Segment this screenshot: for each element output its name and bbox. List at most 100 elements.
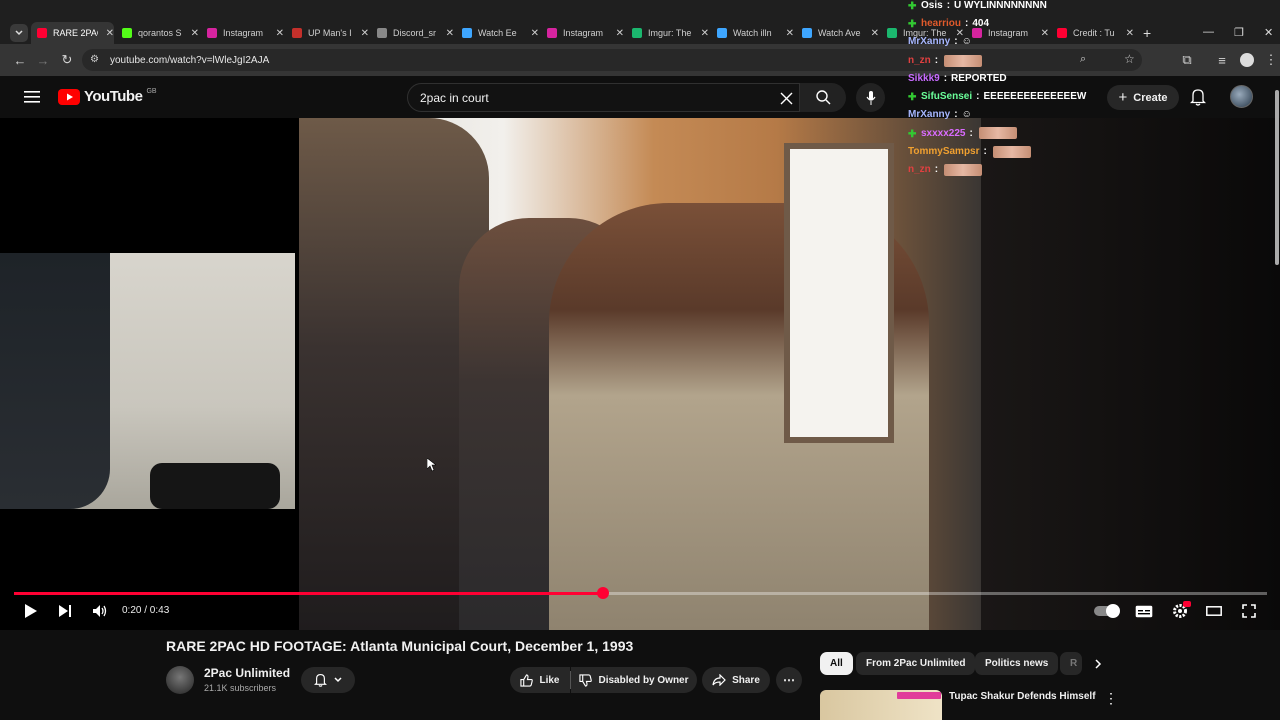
- filter-chip[interactable]: All: [820, 652, 853, 675]
- chat-username: Osis: [921, 0, 943, 11]
- close-tab-icon[interactable]: ✕: [1041, 28, 1049, 39]
- close-window-button[interactable]: ✕: [1264, 26, 1273, 39]
- menu-icon[interactable]: [24, 90, 40, 108]
- browser-tab[interactable]: Watch Ave ✕: [796, 22, 879, 44]
- site-info-icon[interactable]: ⚙: [90, 54, 99, 65]
- new-tab-button[interactable]: +: [1143, 25, 1151, 41]
- notifications-dropdown-button[interactable]: [301, 667, 355, 693]
- tab-label: UP Man's I: [308, 28, 352, 38]
- close-tab-icon[interactable]: ✕: [191, 28, 199, 39]
- play-button[interactable]: [22, 600, 40, 622]
- browser-tab[interactable]: qorantos S ✕: [116, 22, 199, 44]
- close-tab-icon[interactable]: ✕: [446, 28, 454, 39]
- close-tab-icon[interactable]: ✕: [531, 28, 539, 39]
- browser-tab[interactable]: Imgur: The ✕: [626, 22, 709, 44]
- video-player[interactable]: 0:20 / 0:43: [0, 118, 1280, 630]
- recommendation-thumbnail[interactable]: [820, 690, 942, 720]
- create-button[interactable]: + Create: [1107, 85, 1179, 110]
- tab-search-button[interactable]: [10, 24, 28, 42]
- chat-username: Sikkk9: [908, 72, 940, 84]
- media-controls-icon[interactable]: ≡: [1213, 51, 1231, 69]
- more-actions-button[interactable]: ⋯: [776, 667, 802, 693]
- filter-chip[interactable]: R: [1060, 652, 1082, 675]
- browser-tab-strip: RARE 2PAC✕qorantos S✕Instagram✕UP Man's …: [0, 0, 1280, 44]
- skip-next-icon: [59, 605, 71, 617]
- next-button[interactable]: [56, 600, 74, 622]
- channel-avatar[interactable]: [166, 666, 194, 694]
- extensions-icon[interactable]: ⧉: [1178, 51, 1196, 69]
- browser-menu-icon[interactable]: ⋮: [1262, 51, 1280, 69]
- chat-badge-icon: ✚: [908, 1, 917, 12]
- filter-chip[interactable]: From 2Pac Unlimited: [856, 652, 976, 675]
- video-frame[interactable]: [299, 118, 981, 630]
- channel-name[interactable]: 2Pac Unlimited: [204, 666, 290, 680]
- chat-emote-image: [944, 163, 983, 176]
- settings-button[interactable]: [1170, 600, 1191, 622]
- theater-mode-button[interactable]: [1204, 600, 1224, 622]
- chat-message: TommySampsr:: [908, 145, 1031, 158]
- autoplay-toggle[interactable]: [1093, 600, 1120, 622]
- search-icon: [815, 90, 830, 105]
- chat-emote-image: [992, 145, 1031, 158]
- progress-bar[interactable]: [14, 587, 1267, 599]
- plus-icon: +: [1118, 89, 1128, 106]
- tab-label: Imgur: The: [648, 28, 692, 38]
- recommendation-menu-icon[interactable]: ⋮: [1104, 690, 1118, 707]
- like-label: Like: [539, 674, 560, 686]
- fullscreen-button[interactable]: [1239, 600, 1259, 622]
- zoom-icon[interactable]: ⌕: [1080, 53, 1086, 66]
- profile-avatar[interactable]: [1240, 53, 1254, 67]
- notifications-button[interactable]: [1189, 88, 1207, 111]
- search-button[interactable]: [800, 83, 846, 112]
- close-tab-icon[interactable]: ✕: [361, 28, 369, 39]
- like-button[interactable]: Like: [510, 667, 570, 693]
- dislike-button[interactable]: Disabled by Owner: [571, 667, 697, 693]
- browser-tab[interactable]: Watch illn ✕: [711, 22, 794, 44]
- browser-tab[interactable]: Instagram ✕: [541, 22, 624, 44]
- microphone-icon: [866, 90, 875, 105]
- close-tab-icon[interactable]: ✕: [701, 28, 709, 39]
- chat-badge-icon: ✚: [908, 19, 917, 31]
- volume-button[interactable]: [90, 600, 110, 622]
- filter-chip[interactable]: Politics news: [975, 652, 1059, 675]
- browser-tab[interactable]: UP Man's I ✕: [286, 22, 369, 44]
- chat-username: TommySampsr: [908, 146, 980, 158]
- subtitles-button[interactable]: [1134, 600, 1154, 622]
- recommendation-title[interactable]: Tupac Shakur Defends Himself: [949, 691, 1096, 702]
- browser-tab[interactable]: RARE 2PAC ✕: [31, 22, 114, 44]
- bookmark-star-icon[interactable]: ☆: [1124, 52, 1135, 66]
- restore-button[interactable]: ❐: [1234, 26, 1244, 39]
- account-avatar[interactable]: [1230, 85, 1253, 108]
- minimize-button[interactable]: —: [1203, 26, 1214, 38]
- browser-tab[interactable]: Credit : Tu ✕: [1051, 22, 1134, 44]
- voice-search-button[interactable]: [856, 83, 885, 112]
- close-tab-icon[interactable]: ✕: [786, 28, 794, 39]
- scrubber-handle[interactable]: [596, 587, 609, 599]
- chat-username: n_zn: [908, 164, 931, 176]
- browser-tab[interactable]: Discord_sr ✕: [371, 22, 454, 44]
- close-tab-icon[interactable]: ✕: [106, 28, 114, 39]
- youtube-logo[interactable]: YouTube GB: [58, 88, 157, 105]
- share-button[interactable]: Share: [702, 667, 770, 693]
- close-tab-icon[interactable]: ✕: [871, 28, 879, 39]
- back-button[interactable]: ←: [11, 51, 29, 69]
- close-tab-icon[interactable]: ✕: [616, 28, 624, 39]
- chat-username: MrXanny: [908, 109, 951, 121]
- page-scrollbar[interactable]: [1275, 90, 1279, 265]
- search-input[interactable]: 2pac in court: [407, 83, 800, 112]
- chat-separator: :: [934, 55, 939, 67]
- address-bar[interactable]: ⚙ youtube.com/watch?v=lWleJgI2AJA ⌕ ☆: [82, 49, 1142, 71]
- reload-button[interactable]: ↻: [58, 51, 76, 69]
- chat-text: 404: [972, 18, 990, 30]
- forward-button[interactable]: →: [34, 51, 52, 69]
- fullscreen-icon: [1242, 604, 1256, 618]
- bell-icon: [1189, 89, 1207, 106]
- clear-search-icon[interactable]: [780, 92, 793, 105]
- chips-next-button[interactable]: [1090, 655, 1106, 673]
- browser-tab[interactable]: Instagram ✕: [201, 22, 284, 44]
- browser-tab[interactable]: Watch Ee ✕: [456, 22, 539, 44]
- close-tab-icon[interactable]: ✕: [1126, 28, 1134, 39]
- close-tab-icon[interactable]: ✕: [276, 28, 284, 39]
- chat-separator: :: [969, 127, 973, 139]
- tab-favicon-icon: [122, 28, 132, 38]
